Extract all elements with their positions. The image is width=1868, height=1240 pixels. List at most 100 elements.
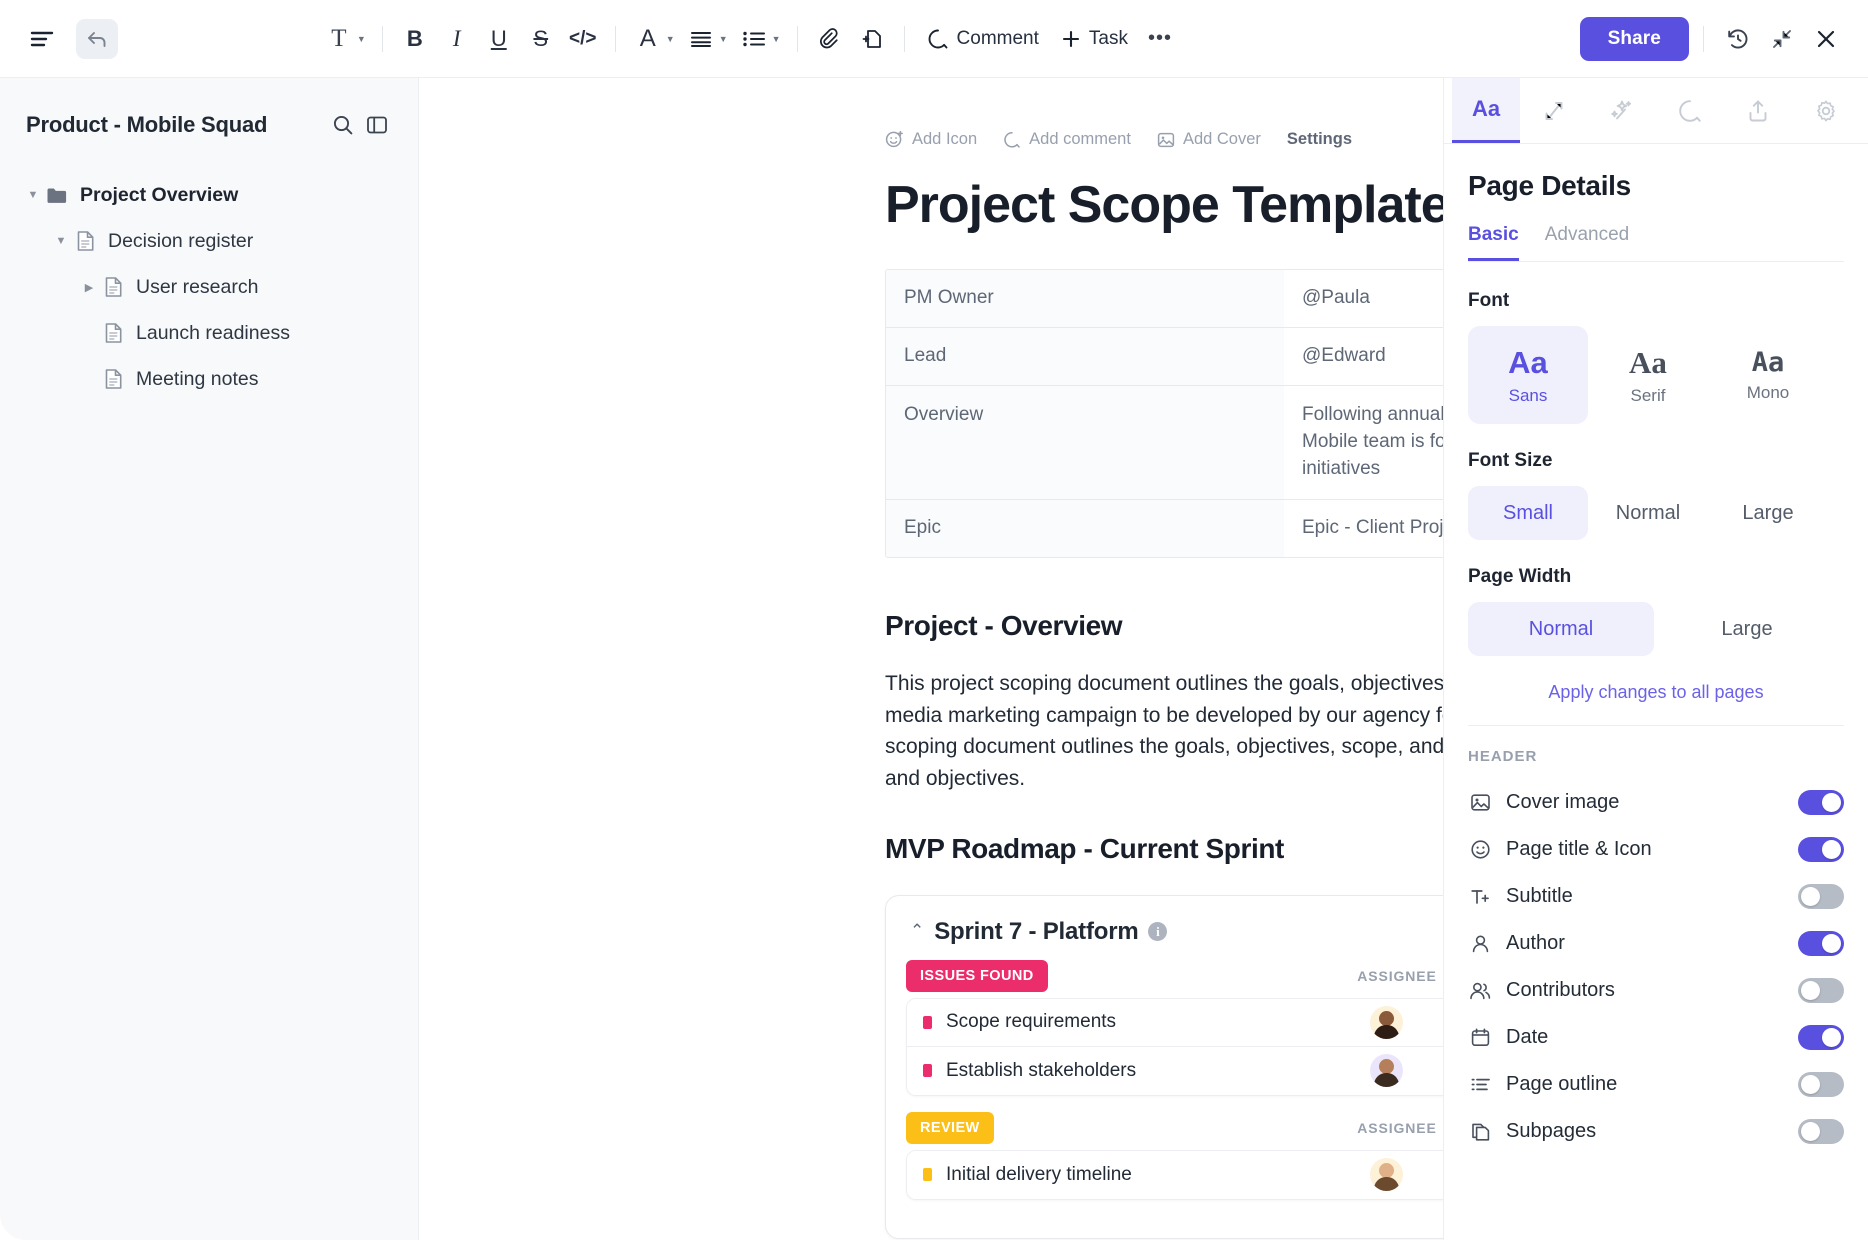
right-panel-tabs: Aa: [1444, 78, 1868, 144]
page-title[interactable]: Project Scope Template: [885, 175, 1443, 235]
underline-button[interactable]: U: [479, 19, 519, 59]
search-icon[interactable]: [326, 108, 360, 142]
sidebar-item-meeting-notes[interactable]: Meeting notes: [0, 356, 418, 402]
table-row[interactable]: Scope requirements 2IN PROGRESS: [907, 998, 1443, 1047]
toggle-switch[interactable]: [1798, 837, 1844, 862]
font-option-serif[interactable]: Aa Serif: [1588, 326, 1708, 424]
comment-button[interactable]: Comment: [917, 21, 1049, 57]
task-button[interactable]: Task: [1051, 21, 1138, 57]
metadata-value[interactable]: Following annual planning, the Mobile te…: [1284, 385, 1443, 499]
table-row[interactable]: Initial delivery timeline 1UPDATE: [907, 1150, 1443, 1199]
toggle-row-contributors[interactable]: Contributors: [1468, 967, 1844, 1014]
font-option-sans[interactable]: Aa Sans: [1468, 326, 1588, 424]
close-x-icon[interactable]: [1806, 19, 1846, 59]
sub-tab-basic[interactable]: Basic: [1468, 224, 1519, 261]
metadata-value[interactable]: @Paula: [1284, 270, 1443, 327]
toggle-switch[interactable]: [1798, 978, 1844, 1003]
toggle-switch[interactable]: [1798, 884, 1844, 909]
assignee-cell[interactable]: [1327, 1054, 1443, 1088]
font-size-small[interactable]: Small: [1468, 486, 1588, 540]
bullet-list-icon[interactable]: [734, 19, 774, 59]
toolbar-center-group: T ▼ B I U S </> A ▼ ▼ ▼ Comment Task •••: [319, 19, 1180, 59]
toggle-knob: [1801, 1075, 1820, 1094]
toggle-row-page-outline[interactable]: Page outline: [1468, 1061, 1844, 1108]
status-badge[interactable]: ISSUES FOUND: [906, 959, 1048, 992]
tab-relationships[interactable]: [1520, 78, 1588, 143]
chevron-down-icon[interactable]: ▼: [50, 235, 72, 247]
tab-ai-assist[interactable]: [1588, 78, 1656, 143]
insert-page-icon[interactable]: [852, 19, 892, 59]
toggle-row-author[interactable]: Author: [1468, 920, 1844, 967]
sidebar-item-project-overview[interactable]: ▼ Project Overview: [0, 172, 418, 218]
font-size-normal[interactable]: Normal: [1588, 486, 1708, 540]
toggle-row-page-title-icon[interactable]: Page title & Icon: [1468, 826, 1844, 873]
tab-comments[interactable]: [1656, 78, 1724, 143]
status-badge[interactable]: REVIEW: [906, 1111, 994, 1144]
chevron-right-icon[interactable]: ▶: [78, 281, 100, 294]
chevron-up-icon[interactable]: ⌃: [910, 921, 924, 941]
font-color-chevron-down-icon[interactable]: ▼: [666, 34, 675, 44]
assignee-cell[interactable]: [1327, 1158, 1443, 1192]
font-option-mono[interactable]: Aa Mono: [1708, 326, 1828, 424]
doc-action-add-icon[interactable]: Add Icon: [885, 130, 977, 149]
task-name[interactable]: Initial delivery timeline: [946, 1164, 1132, 1186]
history-clock-icon[interactable]: [1718, 19, 1758, 59]
toggle-row-subpages[interactable]: Subpages: [1468, 1108, 1844, 1155]
tab-settings[interactable]: [1792, 78, 1860, 143]
font-size-section-label: Font Size: [1468, 450, 1553, 471]
text-style-T-icon[interactable]: T: [319, 19, 359, 59]
toggle-switch[interactable]: [1798, 1119, 1844, 1144]
page-width-normal[interactable]: Normal: [1468, 602, 1654, 656]
toggle-switch[interactable]: [1798, 931, 1844, 956]
doc-action-add-comment[interactable]: Add comment: [1003, 130, 1131, 149]
task-name[interactable]: Establish stakeholders: [946, 1060, 1136, 1082]
align-chevron-down-icon[interactable]: ▼: [719, 34, 728, 44]
collapse-panel-icon[interactable]: [360, 108, 394, 142]
toggle-row-date[interactable]: Date: [1468, 1014, 1844, 1061]
share-button[interactable]: Share: [1579, 16, 1689, 61]
avatar[interactable]: [1369, 1158, 1403, 1192]
link-paperclip-icon[interactable]: [810, 19, 850, 59]
italic-button[interactable]: I: [437, 19, 477, 59]
sidebar-item-decision-register[interactable]: ▼ Decision register: [0, 218, 418, 264]
bold-button[interactable]: B: [395, 19, 435, 59]
sub-tab-advanced[interactable]: Advanced: [1545, 224, 1630, 261]
assignee-cell[interactable]: [1327, 1005, 1443, 1039]
hamburger-menu-icon[interactable]: [22, 19, 62, 59]
avatar[interactable]: [1369, 1005, 1403, 1039]
info-icon[interactable]: i: [1148, 922, 1168, 942]
metadata-value[interactable]: Epic - Client Project Delivery: [1284, 499, 1443, 557]
strikethrough-button[interactable]: S: [521, 19, 561, 59]
metadata-value[interactable]: @Edward: [1284, 327, 1443, 385]
undo-arrow-icon[interactable]: [76, 18, 118, 59]
sidebar-item-user-research[interactable]: ▶ User research: [0, 264, 418, 310]
table-row[interactable]: Establish stakeholders 5READY: [907, 1046, 1443, 1095]
toggle-switch[interactable]: [1798, 790, 1844, 815]
avatar[interactable]: [1369, 1054, 1403, 1088]
task-name[interactable]: Scope requirements: [946, 1011, 1116, 1033]
text-style-chevron-down-icon[interactable]: ▼: [357, 34, 366, 44]
toggle-switch[interactable]: [1798, 1025, 1844, 1050]
apply-changes-link[interactable]: Apply changes to all pages: [1468, 682, 1844, 703]
doc-action-settings[interactable]: Settings: [1287, 130, 1352, 149]
toggle-row-cover-image[interactable]: Cover image: [1468, 779, 1844, 826]
tab-font-aa[interactable]: Aa: [1452, 78, 1520, 143]
tab-share[interactable]: [1724, 78, 1792, 143]
toggle-row-subtitle[interactable]: Subtitle: [1468, 873, 1844, 920]
font-size-large[interactable]: Large: [1708, 486, 1828, 540]
doc-action-add-cover[interactable]: Add Cover: [1157, 130, 1261, 149]
align-lines-icon[interactable]: [681, 19, 721, 59]
more-options-button[interactable]: •••: [1140, 19, 1180, 59]
page-width-large[interactable]: Large: [1654, 602, 1840, 656]
paragraph-project-overview[interactable]: This project scoping document outlines t…: [885, 668, 1443, 795]
image-cover-icon: [1157, 131, 1175, 149]
list-chevron-down-icon[interactable]: ▼: [772, 34, 781, 44]
chevron-down-icon[interactable]: ▼: [22, 189, 44, 201]
font-color-button[interactable]: A: [628, 19, 668, 59]
sidebar-item-launch-readiness[interactable]: Launch readiness: [0, 310, 418, 356]
code-button[interactable]: </>: [563, 19, 603, 59]
sprint-header[interactable]: ⌃ Sprint 7 - Platform i: [906, 918, 1443, 946]
toggle-switch[interactable]: [1798, 1072, 1844, 1097]
doc-action-label: Add Cover: [1182, 130, 1261, 148]
collapse-arrows-icon[interactable]: [1762, 19, 1802, 59]
